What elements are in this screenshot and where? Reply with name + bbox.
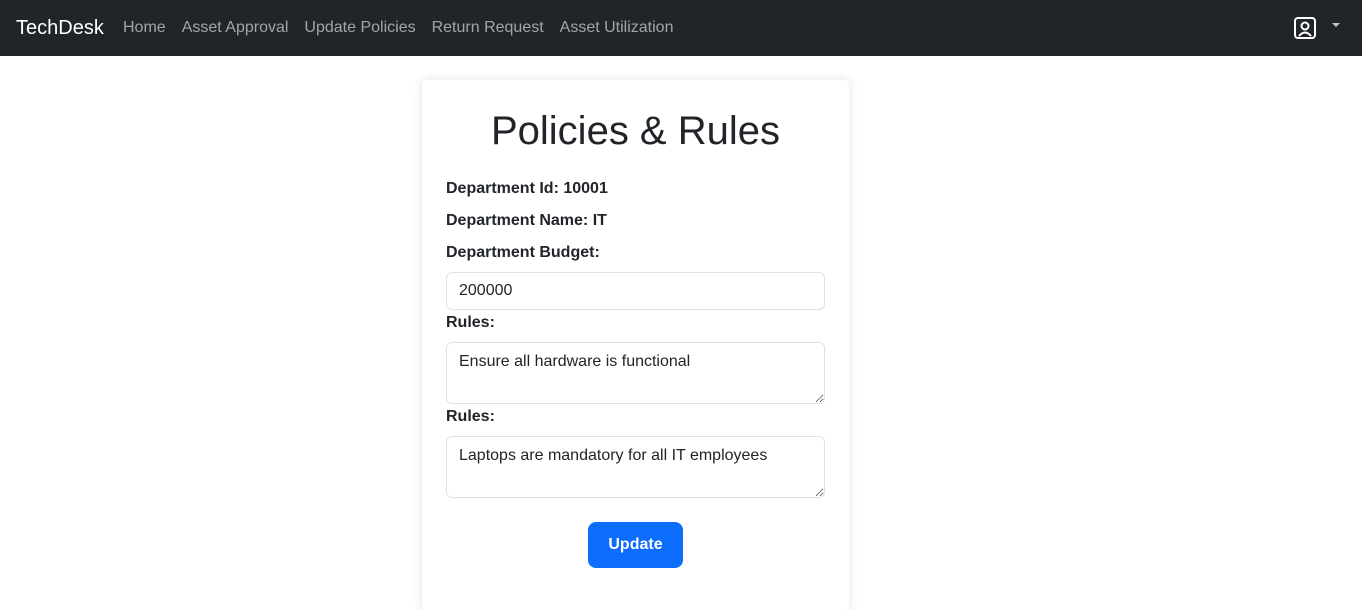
rules-label-2: Rules: <box>446 408 495 425</box>
nav-link-update-policies[interactable]: Update Policies <box>296 17 423 38</box>
top-navbar: TechDesk Home Asset Approval Update Poli… <box>0 0 1362 56</box>
user-menu-dropdown[interactable] <box>1292 15 1340 41</box>
budget-input[interactable] <box>446 272 825 310</box>
policies-card: Policies & Rules Department Id: 10001 De… <box>422 80 849 610</box>
nav-link-return-request[interactable]: Return Request <box>424 17 552 38</box>
rule-textarea-2[interactable]: Laptops are mandatory for all IT employe… <box>446 436 825 498</box>
department-id-label: Department Id: 10001 <box>446 180 608 197</box>
brand-logo[interactable]: TechDesk <box>16 15 104 41</box>
nav-link-asset-utilization[interactable]: Asset Utilization <box>552 17 682 38</box>
rule-textarea-1[interactable]: Ensure all hardware is functional <box>446 342 825 404</box>
user-square-icon <box>1292 15 1318 41</box>
update-button[interactable]: Update <box>588 522 683 568</box>
nav-link-asset-approval[interactable]: Asset Approval <box>174 17 297 38</box>
nav-link-home[interactable]: Home <box>115 17 174 38</box>
nav-links: Home Asset Approval Update Policies Retu… <box>115 17 681 38</box>
department-name-label: Department Name: IT <box>446 212 607 229</box>
caret-down-icon <box>1332 23 1340 27</box>
department-budget-label: Department Budget: <box>446 244 600 261</box>
page-title: Policies & Rules <box>490 109 780 153</box>
rules-label-1: Rules: <box>446 314 495 331</box>
